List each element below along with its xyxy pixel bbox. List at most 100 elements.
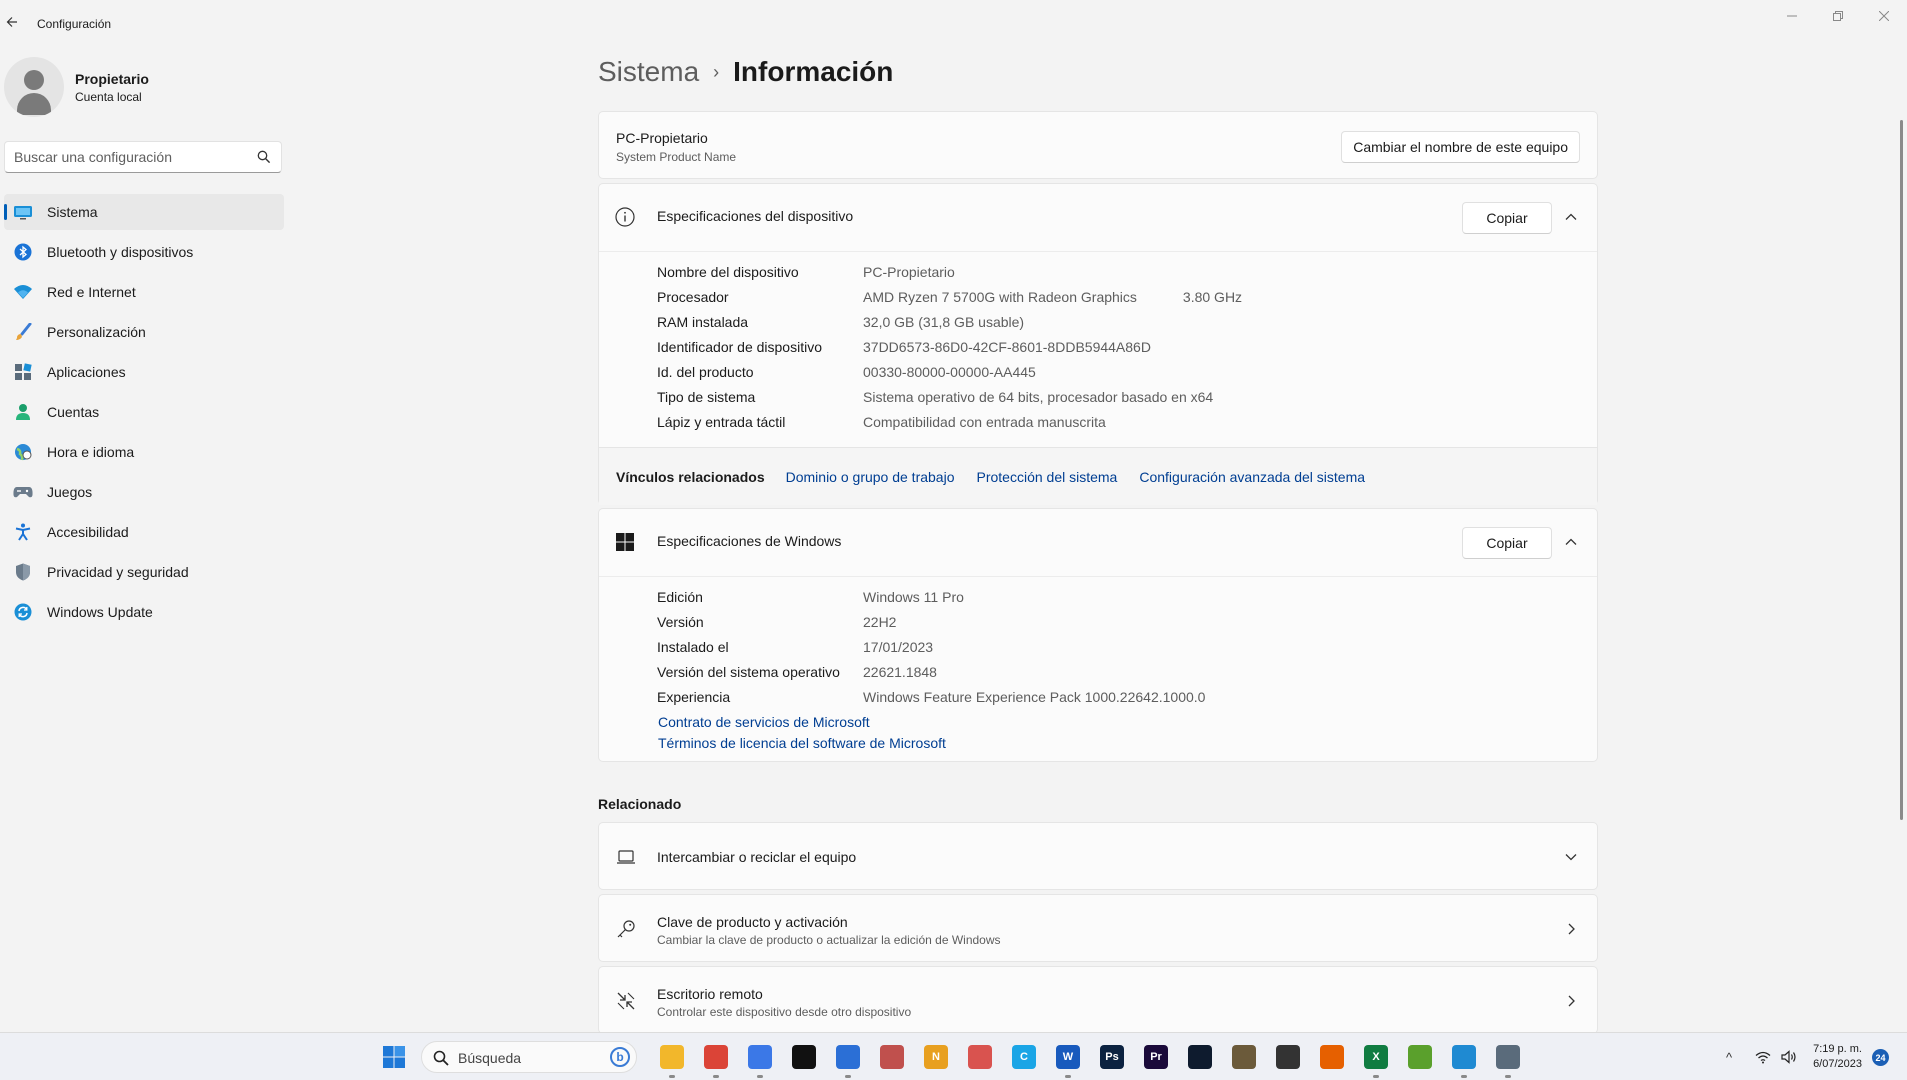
related-item-remote-desktop[interactable]: Escritorio remoto Controlar este disposi…	[598, 966, 1598, 1034]
link-software-license-terms[interactable]: Términos de licencia del software de Mic…	[658, 735, 946, 751]
sidebar-item-sistema[interactable]: Sistema	[4, 194, 284, 230]
copy-windows-specs-button[interactable]: Copiar	[1462, 527, 1552, 559]
search-icon[interactable]	[257, 150, 271, 164]
notification-badge[interactable]: 24	[1872, 1049, 1889, 1066]
taskbar-app[interactable]	[1442, 1033, 1486, 1080]
windows-start-icon[interactable]	[383, 1046, 405, 1068]
link-system-protection[interactable]: Protección del sistema	[977, 469, 1118, 485]
taskbar-app[interactable]	[870, 1033, 914, 1080]
taskbar-app[interactable]	[782, 1033, 826, 1080]
settings-app-icon	[1496, 1045, 1520, 1069]
taskbar-app[interactable]	[1310, 1033, 1354, 1080]
spec-row-version: Versión 22H2	[657, 614, 896, 639]
taskbar-app[interactable]	[650, 1033, 694, 1080]
spec-label: Experiencia	[657, 689, 731, 705]
chevron-up-icon[interactable]	[1563, 209, 1579, 225]
clock-date: 6/07/2023	[1813, 1058, 1862, 1070]
spec-label: Id. del producto	[657, 364, 754, 380]
sidebar-item-red[interactable]: Red e Internet	[4, 274, 284, 310]
taskbar-app[interactable]	[694, 1033, 738, 1080]
taskbar-app[interactable]: Ps	[1090, 1033, 1134, 1080]
spec-label: Versión del sistema operativo	[657, 664, 840, 680]
sidebar-item-bluetooth[interactable]: Bluetooth y dispositivos	[4, 234, 284, 270]
sidebar-item-label: Bluetooth y dispositivos	[47, 244, 194, 260]
taskbar-search-text: Búsqueda	[458, 1050, 522, 1066]
spec-value: 00330-80000-00000-AA445	[863, 364, 1036, 380]
taskbar-app[interactable]: Pr	[1134, 1033, 1178, 1080]
sidebar-item-hora[interactable]: Hora e idioma	[4, 434, 284, 470]
back-button[interactable]	[2, 12, 22, 36]
breadcrumb-separator: ›	[713, 61, 720, 82]
taskbar-app[interactable]	[1222, 1033, 1266, 1080]
breadcrumb: Sistema › Información	[598, 56, 893, 88]
spec-value: 22621.1848	[863, 664, 937, 680]
taskbar-app[interactable]	[826, 1033, 870, 1080]
user-profile[interactable]: Propietario Cuenta local	[4, 57, 149, 117]
clock-time: 7:19 p. m.	[1813, 1043, 1862, 1055]
inkscape-icon	[792, 1045, 816, 1069]
spec-row-device-id: Identificador de dispositivo 37DD6573-86…	[657, 339, 1151, 364]
taskbar-app[interactable]: N	[914, 1033, 958, 1080]
sidebar-item-windows-update[interactable]: Windows Update	[4, 594, 284, 630]
brush-icon	[13, 322, 33, 342]
link-microsoft-services-agreement[interactable]: Contrato de servicios de Microsoft	[658, 714, 870, 730]
breadcrumb-parent[interactable]: Sistema	[598, 56, 699, 88]
windows-specs-header[interactable]: Especificaciones de Windows Copiar	[599, 509, 1597, 575]
clipchamp-icon: C	[1012, 1045, 1036, 1069]
taskbar-app[interactable]	[738, 1033, 782, 1080]
maximize-button[interactable]	[1815, 0, 1861, 32]
sidebar-item-juegos[interactable]: Juegos	[4, 474, 284, 510]
taskbar-app[interactable]	[1178, 1033, 1222, 1080]
close-button[interactable]	[1861, 0, 1907, 32]
minimize-button[interactable]	[1769, 0, 1815, 32]
link-domain-workgroup[interactable]: Dominio o grupo de trabajo	[786, 469, 955, 485]
sidebar-item-cuentas[interactable]: Cuentas	[4, 394, 284, 430]
related-item-product-key[interactable]: Clave de producto y activación Cambiar l…	[598, 894, 1598, 962]
search-input[interactable]	[14, 149, 254, 165]
system-tray: ^	[1716, 1033, 1802, 1080]
profile-account-type: Cuenta local	[75, 89, 142, 104]
chevron-right-icon	[1568, 995, 1575, 1007]
excel-icon: X	[1364, 1045, 1388, 1069]
taskbar-search[interactable]: Búsqueda b	[421, 1041, 637, 1073]
copy-device-specs-button[interactable]: Copiar	[1462, 202, 1552, 234]
spec-value: 17/01/2023	[863, 639, 934, 655]
settings-search	[4, 141, 282, 173]
page-title: Información	[733, 56, 894, 87]
sidebar-item-aplicaciones[interactable]: Aplicaciones	[4, 354, 284, 390]
snipping-tool-icon	[748, 1045, 772, 1069]
device-specs-header[interactable]: Especificaciones del dispositivo Copiar	[599, 184, 1597, 250]
spec-value: 37DD6573-86D0-42CF-8601-8DDB5944A86D	[863, 339, 1151, 355]
taskbar-app[interactable]	[1266, 1033, 1310, 1080]
taskbar-app[interactable]	[958, 1033, 1002, 1080]
taskbar-apps: N C W Ps Pr X	[650, 1033, 1530, 1080]
link-advanced-system-settings[interactable]: Configuración avanzada del sistema	[1139, 469, 1365, 485]
sidebar-item-label: Red e Internet	[47, 284, 136, 300]
taskbar-app[interactable]: X	[1354, 1033, 1398, 1080]
volume-icon[interactable]	[1776, 1047, 1802, 1067]
taskbar-app[interactable]	[1398, 1033, 1442, 1080]
spec-label: Lápiz y entrada táctil	[657, 414, 786, 430]
sidebar-item-privacidad[interactable]: Privacidad y seguridad	[4, 554, 284, 590]
sidebar-item-label: Cuentas	[47, 404, 100, 420]
related-item-trade-in[interactable]: Intercambiar o reciclar el equipo	[598, 822, 1598, 890]
chevron-up-icon[interactable]	[1563, 534, 1579, 550]
taskbar-clock[interactable]: 7:19 p. m. 6/07/2023	[1806, 1042, 1862, 1072]
sidebar-item-accesibilidad[interactable]: Accesibilidad	[4, 514, 284, 550]
person-icon	[13, 402, 33, 422]
3d-app-icon	[880, 1045, 904, 1069]
taskbar-app[interactable]: W	[1046, 1033, 1090, 1080]
info-icon	[615, 207, 635, 227]
shield-icon	[13, 562, 33, 582]
accessibility-icon	[13, 522, 33, 542]
minimize-icon	[1787, 15, 1797, 17]
spec-value: 32,0 GB (31,8 GB usable)	[863, 314, 1025, 330]
taskbar-app[interactable]: C	[1002, 1033, 1046, 1080]
chevron-up-icon[interactable]: ^	[1716, 1047, 1742, 1067]
wifi-icon[interactable]	[1750, 1047, 1776, 1067]
scrollbar[interactable]	[1900, 120, 1903, 820]
spec-value: Windows Feature Experience Pack 1000.226…	[863, 689, 1206, 705]
taskbar-app[interactable]	[1486, 1033, 1530, 1080]
sidebar-item-personalizacion[interactable]: Personalización	[4, 314, 284, 350]
rename-pc-button[interactable]: Cambiar el nombre de este equipo	[1341, 131, 1580, 163]
